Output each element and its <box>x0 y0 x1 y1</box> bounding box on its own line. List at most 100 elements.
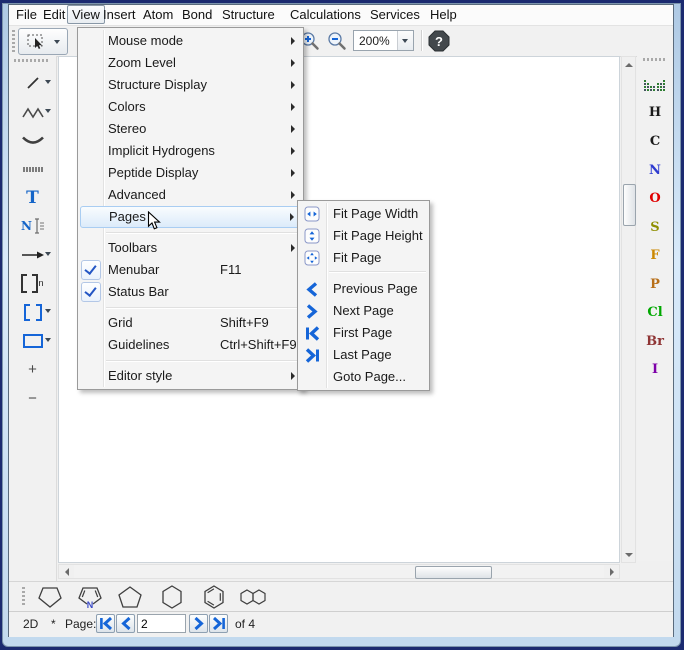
menu-item-guidelines[interactable]: Guidelines Ctrl+Shift+F9 <box>80 334 301 356</box>
atom-label-tool[interactable]: N <box>9 213 56 239</box>
menu-item-pages[interactable]: Pages <box>80 206 301 228</box>
menu-view[interactable]: View <box>67 5 105 24</box>
benzene-template[interactable] <box>197 583 231 610</box>
element-I[interactable]: I <box>637 360 673 380</box>
repeat-subscript: n <box>38 278 43 288</box>
cyclohexane-template[interactable] <box>155 583 189 610</box>
menu-edit[interactable]: Edit <box>41 5 67 25</box>
menu-separator <box>106 232 300 233</box>
horizontal-scrollbar-thumb[interactable] <box>415 566 492 579</box>
tools-toolbar-drag-handle[interactable] <box>14 59 50 62</box>
toolbar-drag-handle[interactable] <box>12 30 15 52</box>
menu-structure[interactable]: Structure <box>220 5 277 25</box>
rectangle-tool[interactable] <box>9 328 56 354</box>
shortcut-label: Ctrl+Shift+F9 <box>220 334 297 356</box>
menu-separator <box>329 271 426 272</box>
menu-item-previous-page[interactable]: Previous Page <box>300 278 427 300</box>
menu-insert[interactable]: Insert <box>101 5 138 25</box>
menu-file[interactable]: File <box>14 5 39 25</box>
bracket-tool[interactable] <box>9 299 56 325</box>
periodic-table-icon[interactable] <box>644 80 666 95</box>
menu-item-fit-page-height[interactable]: Fit Page Height <box>300 225 427 247</box>
menu-help[interactable]: Help <box>428 5 459 25</box>
first-page-icon <box>304 325 320 341</box>
zoom-level-combobox[interactable]: 200% <box>353 30 414 51</box>
pyrrole-template[interactable]: N <box>73 583 107 610</box>
scroll-down-button[interactable] <box>622 547 635 562</box>
element-N[interactable]: N <box>637 161 673 181</box>
cyclopentadiene-template[interactable] <box>33 583 67 610</box>
menu-item-last-page[interactable]: Last Page <box>300 344 427 366</box>
vertical-scrollbar[interactable] <box>621 56 636 563</box>
zoom-out-icon[interactable] <box>327 31 348 52</box>
menu-item-next-page[interactable]: Next Page <box>300 300 427 322</box>
menu-item-mouse-mode[interactable]: Mouse mode <box>80 30 301 52</box>
menu-item-advanced[interactable]: Advanced <box>80 184 301 206</box>
menu-item-toolbars[interactable]: Toolbars <box>80 237 301 259</box>
pages-submenu-popup: Fit Page Width Fit Page Height Fit Page <box>297 200 430 391</box>
cyclohexane-icon <box>156 584 188 610</box>
menu-item-editor-style[interactable]: Editor style <box>80 365 301 387</box>
element-H[interactable]: H <box>637 103 673 123</box>
bond-tool[interactable] <box>9 70 56 96</box>
menu-item-status-bar[interactable]: Status Bar <box>80 281 301 303</box>
menu-atom[interactable]: Atom <box>141 5 175 25</box>
cyclopentane-icon <box>114 584 146 610</box>
element-S[interactable]: S <box>637 218 673 238</box>
vertical-scrollbar-thumb[interactable] <box>623 184 636 226</box>
menu-bond[interactable]: Bond <box>180 5 214 25</box>
zoom-combobox-dropdown[interactable] <box>397 31 413 50</box>
arc-tool[interactable] <box>9 127 56 153</box>
horizontal-scrollbar[interactable] <box>58 564 620 579</box>
hash-bond-tool[interactable] <box>9 156 56 182</box>
menu-calculations[interactable]: Calculations <box>288 5 363 25</box>
menu-item-menubar[interactable]: Menubar F11 <box>80 259 301 281</box>
elements-toolbar-drag-handle[interactable] <box>643 58 667 61</box>
menu-item-fit-page[interactable]: Fit Page <box>300 247 427 269</box>
element-Cl[interactable]: Cl <box>637 303 673 323</box>
page-number-input[interactable] <box>137 614 186 633</box>
element-C[interactable]: C <box>637 132 673 152</box>
element-O[interactable]: O <box>637 189 673 209</box>
template-toolbar-drag-handle[interactable] <box>22 587 25 607</box>
charge-minus-tool[interactable]: − <box>9 385 56 411</box>
menu-item-zoom-level[interactable]: Zoom Level <box>80 52 301 74</box>
rectangle-tool-dropdown-icon <box>45 338 51 342</box>
text-tool[interactable]: T <box>9 185 56 211</box>
menu-item-implicit-hydrogens[interactable]: Implicit Hydrogens <box>80 140 301 162</box>
menu-item-goto-page[interactable]: Goto Page... <box>300 366 427 388</box>
menu-item-structure-display[interactable]: Structure Display <box>80 74 301 96</box>
chain-tool-dropdown-icon <box>45 109 51 113</box>
menu-item-stereo[interactable]: Stereo <box>80 118 301 140</box>
menu-separator <box>106 360 300 361</box>
window-content: File Edit View Insert Atom Bond Structur… <box>8 4 674 637</box>
menu-item-peptide-display[interactable]: Peptide Display <box>80 162 301 184</box>
scroll-up-button[interactable] <box>622 57 635 72</box>
help-button[interactable]: ? <box>428 30 450 52</box>
menu-services[interactable]: Services <box>368 5 422 25</box>
first-page-button[interactable] <box>96 614 115 633</box>
naphthalene-template[interactable] <box>237 583 271 610</box>
cyclopentane-template[interactable] <box>113 583 147 610</box>
menu-item-colors[interactable]: Colors <box>80 96 301 118</box>
charge-plus-tool[interactable]: + <box>9 356 56 382</box>
repeating-group-tool[interactable]: n <box>9 270 56 296</box>
zoom-level-value: 200% <box>359 34 390 48</box>
menu-item-first-page[interactable]: First Page <box>300 322 427 344</box>
scroll-right-button[interactable] <box>604 565 619 578</box>
next-page-button[interactable] <box>189 614 208 633</box>
previous-page-button[interactable] <box>116 614 135 633</box>
element-Br[interactable]: Br <box>637 332 673 352</box>
menu-item-fit-page-width[interactable]: Fit Page Width <box>300 203 427 225</box>
arrow-tool[interactable] <box>9 242 56 268</box>
last-page-button[interactable] <box>209 614 228 633</box>
text-caret-icon <box>32 217 44 235</box>
element-F[interactable]: F <box>637 246 673 266</box>
selection-tool-button[interactable] <box>18 28 68 55</box>
menu-item-grid[interactable]: Grid Shift+F9 <box>80 312 301 334</box>
next-page-icon <box>304 303 320 319</box>
total-pages-label: of 4 <box>235 617 255 631</box>
scroll-left-button[interactable] <box>59 565 74 578</box>
chain-tool[interactable] <box>9 99 56 125</box>
element-P[interactable]: P <box>637 275 673 295</box>
